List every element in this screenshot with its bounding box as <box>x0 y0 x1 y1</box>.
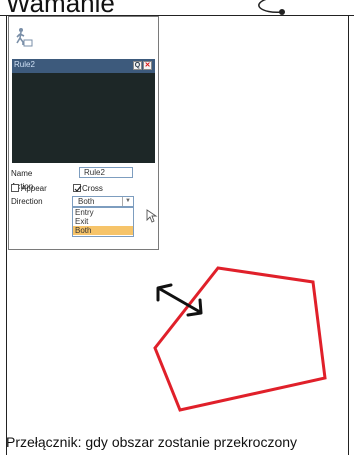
illustration-layer <box>153 0 327 412</box>
detection-zone-polygon <box>153 266 327 412</box>
top-right-dot <box>279 9 285 15</box>
caption: Przełącznik: gdy obszar zostanie przekro… <box>6 434 298 450</box>
top-right-curve <box>258 0 283 13</box>
